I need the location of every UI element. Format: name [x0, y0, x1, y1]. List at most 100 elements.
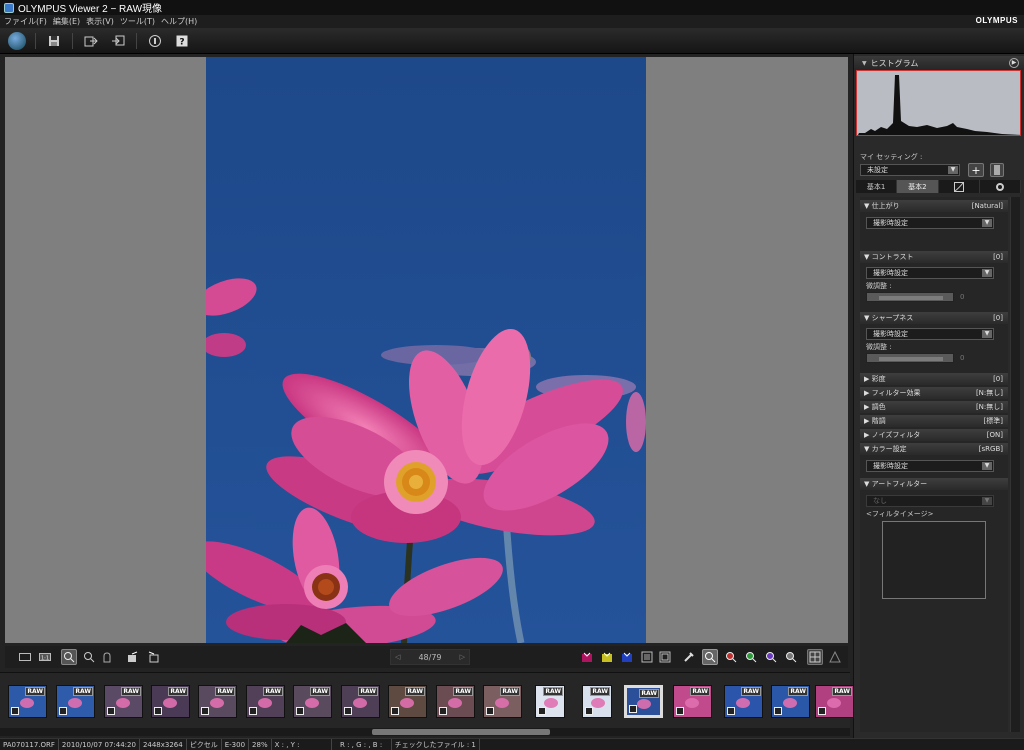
contrast-slider[interactable]	[866, 292, 954, 302]
blue-mark-icon[interactable]	[619, 649, 635, 665]
menu-tools[interactable]: ツール(T)	[120, 16, 155, 27]
image-viewer[interactable]	[5, 57, 848, 643]
next-arrow-icon[interactable]: ▷	[460, 653, 465, 661]
filmstrip-thumbnail[interactable]: RAW	[724, 685, 763, 718]
gradation-section[interactable]: ▶ 階調 [標準]	[860, 415, 1008, 427]
eyedropper-icon[interactable]	[681, 649, 697, 665]
thumbnail-checkbox[interactable]	[585, 707, 593, 715]
filmstrip-thumbnail[interactable]: RAW	[673, 685, 712, 718]
tone-section[interactable]: ▶ 調色 [N:無し]	[860, 401, 1008, 413]
art-filter-section[interactable]: ▼ アートフィルター	[860, 478, 1008, 490]
filmstrip-thumbnail[interactable]: RAW	[815, 685, 854, 718]
filmstrip-thumbnail[interactable]: RAW	[104, 685, 143, 718]
color-section[interactable]: ▼ カラー設定 [sRGB]	[860, 443, 1008, 455]
thumbnail-checkbox[interactable]	[249, 707, 257, 715]
histogram-header[interactable]: ▼ ヒストグラム ▶	[854, 56, 1024, 70]
green-loupe-icon[interactable]	[743, 649, 759, 665]
filmstrip-thumbnail[interactable]: RAW	[582, 685, 612, 718]
thumbnail-checkbox[interactable]	[774, 707, 782, 715]
play-icon[interactable]: ▶	[1009, 58, 1019, 68]
sharpness-section[interactable]: ▼ シャープネス [0]	[860, 312, 1008, 324]
panel-scrollbar[interactable]	[1010, 197, 1020, 732]
filmstrip-thumbnail[interactable]: RAW	[293, 685, 332, 718]
purple-loupe-icon[interactable]	[763, 649, 779, 665]
delete-setting-button[interactable]	[990, 163, 1004, 177]
tab-curve[interactable]	[939, 180, 980, 193]
noise-section[interactable]: ▶ ノイズフィルタ [ON]	[860, 429, 1008, 441]
thumbnail-checkbox[interactable]	[11, 707, 19, 715]
menu-edit[interactable]: 編集(E)	[53, 16, 80, 27]
filmstrip-thumbnail[interactable]: RAW	[341, 685, 380, 718]
tab-basic1[interactable]: 基本1	[856, 180, 898, 193]
thumbnail-checkbox[interactable]	[629, 705, 637, 713]
tab-settings[interactable]	[980, 180, 1021, 193]
filmstrip-thumbnail[interactable]: RAW	[624, 685, 663, 718]
add-setting-button[interactable]: +	[968, 163, 984, 177]
menu-view[interactable]: 表示(V)	[86, 16, 114, 27]
globe-icon[interactable]	[8, 31, 26, 50]
grid-icon[interactable]	[807, 649, 823, 665]
hand-icon[interactable]	[99, 649, 115, 665]
menu-file[interactable]: ファイル(F)	[4, 16, 47, 27]
tab-basic2[interactable]: 基本2	[897, 180, 939, 193]
filmstrip-thumbnail[interactable]: RAW	[151, 685, 190, 718]
art-filter-dropdown[interactable]: なし ▼	[866, 495, 994, 507]
batch-icon[interactable]	[109, 32, 127, 50]
filmstrip-thumbnail[interactable]: RAW	[246, 685, 285, 718]
rotate-left-icon[interactable]	[125, 649, 141, 665]
filmstrip-thumbnail[interactable]: RAW	[8, 685, 47, 718]
filmstrip-thumbnail[interactable]: RAW	[436, 685, 475, 718]
prev-arrow-icon[interactable]: ◁	[395, 653, 400, 661]
thumbnail-checkbox[interactable]	[391, 707, 399, 715]
contrast-section[interactable]: ▼ コントラスト [0]	[860, 251, 1008, 263]
my-setting-dropdown[interactable]: 未設定 ▼	[860, 164, 960, 176]
menu-help[interactable]: ヘルプ(H)	[161, 16, 197, 27]
thumbnail-checkbox[interactable]	[59, 707, 67, 715]
finish-section[interactable]: ▼ 仕上がり [Natural]	[860, 200, 1008, 212]
red-mark-icon[interactable]	[579, 649, 595, 665]
sharpness-slider[interactable]	[866, 353, 954, 363]
gray-loupe-icon[interactable]	[783, 649, 799, 665]
thumbnail-checkbox[interactable]	[439, 707, 447, 715]
warning-icon[interactable]	[827, 649, 843, 665]
filmstrip-scrollbar[interactable]	[0, 728, 850, 736]
single-view-icon[interactable]	[17, 649, 33, 665]
sharpness-dropdown[interactable]: 撮影時設定 ▼	[866, 328, 994, 340]
thumbnail-checkbox[interactable]	[538, 707, 546, 715]
filmstrip-thumbnail[interactable]: RAW	[388, 685, 427, 718]
thumbnail-checkbox[interactable]	[344, 707, 352, 715]
saturation-section[interactable]: ▶ 彩度 [0]	[860, 373, 1008, 385]
thumbnail-checkbox[interactable]	[296, 707, 304, 715]
contrast-dropdown[interactable]: 撮影時設定 ▼	[866, 267, 994, 279]
yellow-mark-icon[interactable]	[599, 649, 615, 665]
rotate-right-icon[interactable]	[145, 649, 161, 665]
filmstrip-thumbnail[interactable]: RAW	[771, 685, 810, 718]
save-icon[interactable]	[45, 32, 63, 50]
export-icon[interactable]	[82, 32, 100, 50]
finish-dropdown[interactable]: 撮影時設定 ▼	[866, 217, 994, 229]
filmstrip-thumbnail[interactable]: RAW	[198, 685, 237, 718]
magnify-select-icon[interactable]	[702, 649, 718, 665]
compare-icon[interactable]	[657, 649, 673, 665]
app-icon	[4, 2, 14, 13]
filter-section[interactable]: ▶ フィルター効果 [N:無し]	[860, 387, 1008, 399]
frame-icon[interactable]	[639, 649, 655, 665]
color-dropdown[interactable]: 撮影時設定 ▼	[866, 460, 994, 472]
thumbnail-checkbox[interactable]	[201, 707, 209, 715]
actual-size-icon[interactable]: 1:1	[37, 649, 53, 665]
thumbnail-checkbox[interactable]	[727, 707, 735, 715]
thumbnail-checkbox[interactable]	[154, 707, 162, 715]
filmstrip-thumbnail[interactable]: RAW	[483, 685, 522, 718]
zoom-icon[interactable]	[81, 649, 97, 665]
thumbnail-checkbox[interactable]	[486, 707, 494, 715]
thumbnail-checkbox[interactable]	[818, 707, 826, 715]
help-icon[interactable]: ?	[173, 32, 191, 50]
scrollbar-thumb[interactable]	[372, 729, 550, 735]
red-eye-icon[interactable]	[723, 649, 739, 665]
thumbnail-checkbox[interactable]	[107, 707, 115, 715]
zoom-fit-icon[interactable]	[61, 649, 77, 665]
filmstrip-thumbnail[interactable]: RAW	[56, 685, 95, 718]
thumbnail-checkbox[interactable]	[676, 707, 684, 715]
info-icon[interactable]	[146, 32, 164, 50]
filmstrip-thumbnail[interactable]: RAW	[535, 685, 565, 718]
